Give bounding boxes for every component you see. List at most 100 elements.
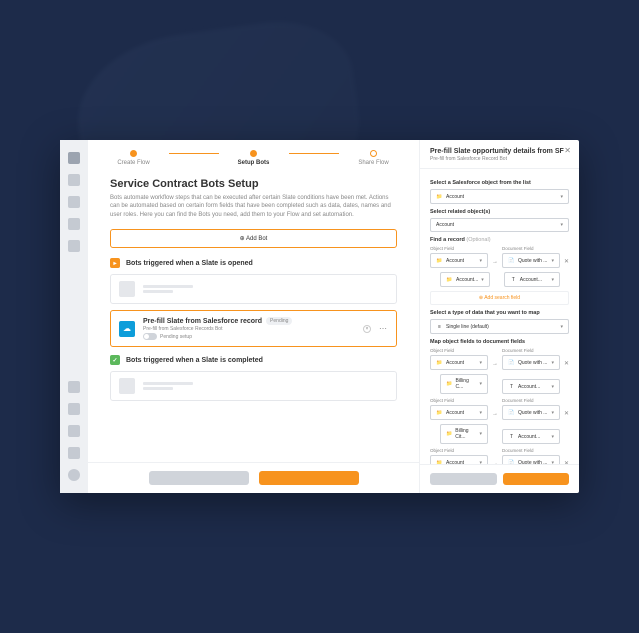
- text-icon: T: [508, 433, 515, 440]
- chevron-down-icon: ▾: [479, 381, 482, 387]
- chevron-down-icon: ▾: [551, 384, 554, 390]
- page-description: Bots automate workflow steps that can be…: [110, 194, 397, 219]
- select-obj-field[interactable]: 📁Account▾: [430, 455, 488, 464]
- bot-thumb: [119, 281, 135, 297]
- sidebar: [60, 140, 88, 493]
- select-doc-field[interactable]: 📄Quote with ...▾: [502, 355, 560, 370]
- plus-icon: ⊕: [240, 236, 245, 242]
- select-value: Account: [436, 222, 454, 228]
- sidebar-item-2[interactable]: [68, 174, 80, 186]
- close-icon[interactable]: ✕: [564, 146, 571, 155]
- panel-save-button[interactable]: [503, 473, 570, 485]
- chevron-down-icon: ▾: [560, 324, 563, 330]
- arrow-right-icon: ▸: [110, 258, 120, 268]
- remove-row-button[interactable]: ✕: [564, 360, 569, 370]
- remove-bot-button[interactable]: ×: [363, 325, 371, 333]
- select-obj-field[interactable]: 📁Account▾: [430, 405, 488, 420]
- select-value: Account: [446, 194, 464, 200]
- select-obj-field[interactable]: 📁Billing C...▾: [440, 374, 488, 394]
- doc-icon: 📄: [508, 359, 515, 366]
- next-button[interactable]: [259, 471, 359, 485]
- bot-card-salesforce[interactable]: ☁ Pre-fill Slate from Salesforce record …: [110, 310, 397, 347]
- remove-row-button[interactable]: ✕: [564, 410, 569, 420]
- bot-toggle[interactable]: [143, 333, 157, 340]
- bot-card-placeholder-2[interactable]: [110, 371, 397, 401]
- folder-icon: 📁: [436, 359, 443, 366]
- line-icon: ≡: [436, 323, 443, 330]
- panel-title: Pre-fill Slate opportunity details from …: [430, 148, 569, 155]
- col-label: Document Field: [502, 398, 560, 403]
- select-doc-field[interactable]: 📄Quote with ...▾: [502, 253, 560, 268]
- sidebar-item-5[interactable]: [68, 240, 80, 252]
- sidebar-item-8[interactable]: [68, 425, 80, 437]
- bot-placeholder-lines: [143, 283, 193, 295]
- more-icon[interactable]: ⋯: [379, 324, 388, 333]
- step-label: Setup Bots: [238, 160, 270, 166]
- label-select-object: Select a Salesforce object from the list: [430, 180, 569, 186]
- panel-cancel-button[interactable]: [430, 473, 497, 485]
- bot-subtitle: Pre-fill from Salesforce Records Bot: [143, 326, 355, 332]
- folder-icon: 📁: [446, 431, 452, 438]
- select-object[interactable]: 📁Account▾: [430, 189, 569, 204]
- select-value: Single line (default): [446, 324, 489, 330]
- select-doc-field[interactable]: 📄Quote with ...▾: [502, 405, 560, 420]
- sidebar-item-4[interactable]: [68, 218, 80, 230]
- bot-title: Pre-fill Slate from Salesforce record: [143, 318, 262, 325]
- panel-subtitle: Pre-fill from Salesforce Record Bot: [430, 156, 569, 162]
- col-label: Object Field: [430, 348, 488, 353]
- add-search-field-button[interactable]: Add search field: [430, 291, 569, 305]
- select-value: Quote with ...: [518, 360, 547, 366]
- col-label: Document Field: [502, 246, 560, 251]
- step-label: Create Flow: [117, 160, 149, 166]
- status-badge: Pending: [266, 317, 292, 325]
- select-related[interactable]: Account ▾: [430, 218, 569, 232]
- text-icon: T: [510, 276, 517, 283]
- folder-icon: 📁: [446, 276, 453, 283]
- sidebar-item-7[interactable]: [68, 403, 80, 415]
- col-label: Object Field: [430, 398, 488, 403]
- arrow-icon: →: [492, 411, 498, 420]
- app-window: Create Flow Setup Bots Share Flow Servic…: [60, 140, 579, 493]
- select-doc-field[interactable]: TAccount...▾: [502, 379, 560, 394]
- add-bot-button[interactable]: ⊕ Add Bot: [110, 229, 397, 248]
- select-value: Quote with ...: [518, 258, 547, 264]
- sidebar-item-1[interactable]: [68, 152, 80, 164]
- select-data-type[interactable]: ≡Single line (default) ▾: [430, 319, 569, 334]
- sidebar-avatar[interactable]: [68, 469, 80, 481]
- chevron-down-icon: ▾: [560, 222, 563, 228]
- select-value: Account...: [456, 277, 478, 283]
- select-value: Account...: [520, 277, 542, 283]
- step-share-flow[interactable]: Share Flow: [339, 150, 409, 166]
- select-doc-field[interactable]: 📄Quote with ...▾: [502, 455, 560, 464]
- section-complete-title: Bots triggered when a Slate is completed: [126, 357, 263, 364]
- chevron-down-icon: ▾: [551, 410, 554, 416]
- select-value: Account...: [518, 384, 540, 390]
- chevron-down-icon: ▾: [551, 258, 554, 264]
- chevron-down-icon: ▾: [479, 410, 482, 416]
- step-setup-bots[interactable]: Setup Bots: [219, 150, 289, 166]
- check-icon: ✓: [110, 355, 120, 365]
- select-obj-field[interactable]: 📁Billing Cit...▾: [440, 424, 488, 444]
- label-map-fields: Map object fields to document fields: [430, 339, 569, 345]
- sidebar-item-3[interactable]: [68, 196, 80, 208]
- sidebar-item-6[interactable]: [68, 381, 80, 393]
- folder-icon: 📁: [436, 257, 443, 264]
- content: Service Contract Bots Setup Bots automat…: [88, 172, 419, 462]
- stepper: Create Flow Setup Bots Share Flow: [88, 140, 419, 172]
- select-doc-field[interactable]: TAccount...▾: [504, 272, 560, 287]
- select-obj-field[interactable]: 📁Account...▾: [440, 272, 490, 287]
- bot-card-placeholder[interactable]: [110, 274, 397, 304]
- select-obj-field[interactable]: 📁Account▾: [430, 355, 488, 370]
- select-doc-field[interactable]: TAccount...▾: [502, 429, 560, 444]
- sidebar-item-9[interactable]: [68, 447, 80, 459]
- step-create-flow[interactable]: Create Flow: [99, 150, 169, 166]
- select-obj-field[interactable]: 📁Account▾: [430, 253, 488, 268]
- select-value: Billing Cit...: [455, 428, 476, 440]
- section-open-title: Bots triggered when a Slate is opened: [126, 260, 253, 267]
- label-data-type: Select a type of data that you want to m…: [430, 310, 569, 316]
- chevron-down-icon: ▾: [551, 434, 554, 440]
- back-button[interactable]: [149, 471, 249, 485]
- select-value: Account: [446, 360, 464, 366]
- remove-row-button[interactable]: ✕: [564, 258, 569, 268]
- salesforce-icon: ☁: [119, 321, 135, 337]
